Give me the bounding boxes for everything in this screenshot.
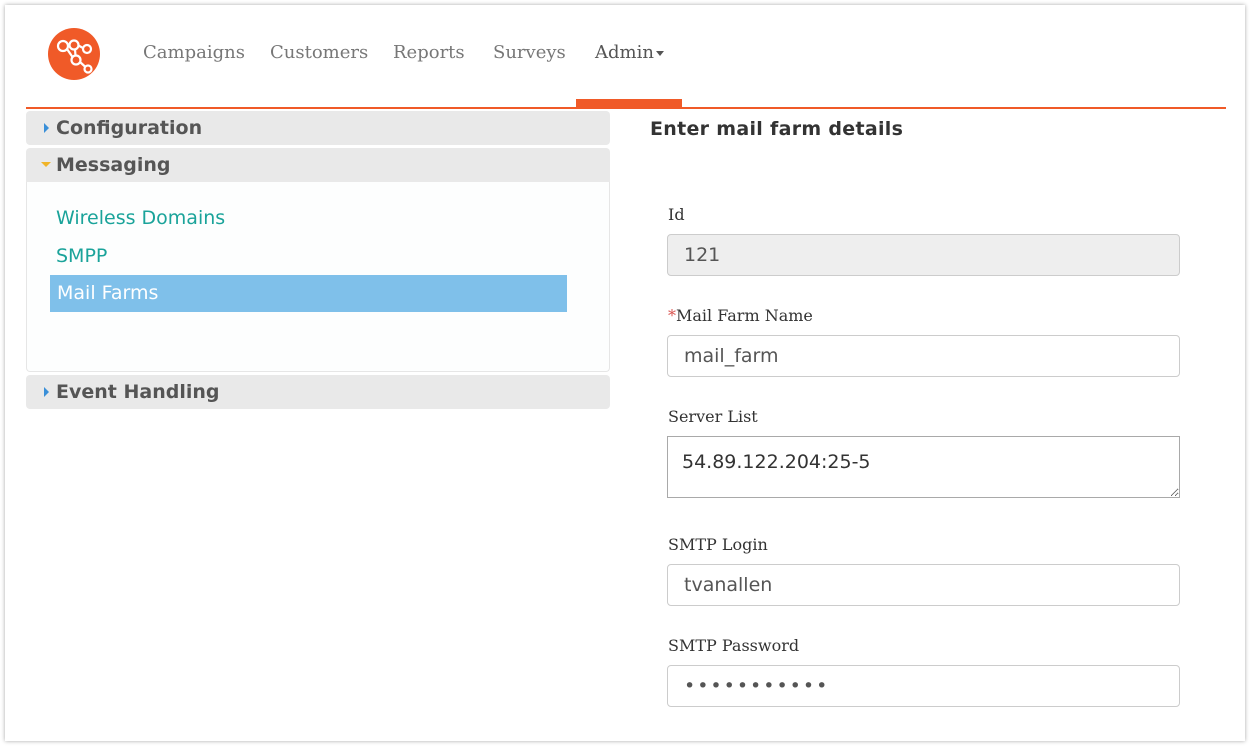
smtp-login-label: SMTP Login xyxy=(668,535,768,554)
form-title: Enter mail farm details xyxy=(650,118,904,140)
nav-customers[interactable]: Customers xyxy=(270,42,368,63)
server-list-textarea[interactable]: 54.89.122.204:25-5 xyxy=(667,436,1180,498)
sidebar-item-wireless-domains[interactable]: Wireless Domains xyxy=(56,207,225,229)
caret-right-icon xyxy=(44,387,49,397)
header-divider xyxy=(26,107,1226,109)
sidebar-item-mail-farms[interactable]: Mail Farms xyxy=(50,275,567,312)
smtp-password-field[interactable] xyxy=(667,665,1180,707)
network-nodes-icon xyxy=(56,39,93,74)
mail-farm-name-label-text: Mail Farm Name xyxy=(676,306,813,325)
mail-farm-name-label: *Mail Farm Name xyxy=(668,306,813,325)
id-field[interactable] xyxy=(667,234,1180,276)
section-label: Event Handling xyxy=(56,381,220,403)
nav-admin-label: Admin xyxy=(595,42,654,63)
section-label: Messaging xyxy=(56,154,171,176)
section-label: Configuration xyxy=(56,117,203,139)
section-event-handling[interactable]: Event Handling xyxy=(26,375,610,409)
active-nav-indicator xyxy=(576,99,682,107)
logo-icon[interactable] xyxy=(48,28,100,80)
smtp-login-field[interactable] xyxy=(667,564,1180,606)
messaging-panel: Wireless Domains SMPP Mail Farms xyxy=(26,182,610,372)
nav-surveys[interactable]: Surveys xyxy=(493,42,566,63)
smtp-password-label: SMTP Password xyxy=(668,636,800,655)
caret-down-icon xyxy=(655,50,664,56)
caret-down-icon xyxy=(41,162,51,167)
section-configuration[interactable]: Configuration xyxy=(26,111,610,145)
required-mark: * xyxy=(668,306,676,325)
sidebar-item-smpp[interactable]: SMPP xyxy=(56,245,107,267)
nav-admin[interactable]: Admin xyxy=(595,42,664,63)
nav-reports[interactable]: Reports xyxy=(393,42,465,63)
section-messaging[interactable]: Messaging xyxy=(26,148,610,182)
id-label: Id xyxy=(668,205,685,224)
caret-right-icon xyxy=(44,123,49,133)
server-list-label: Server List xyxy=(668,407,758,426)
nav-campaigns[interactable]: Campaigns xyxy=(143,42,245,63)
mail-farm-name-field[interactable] xyxy=(667,335,1180,377)
